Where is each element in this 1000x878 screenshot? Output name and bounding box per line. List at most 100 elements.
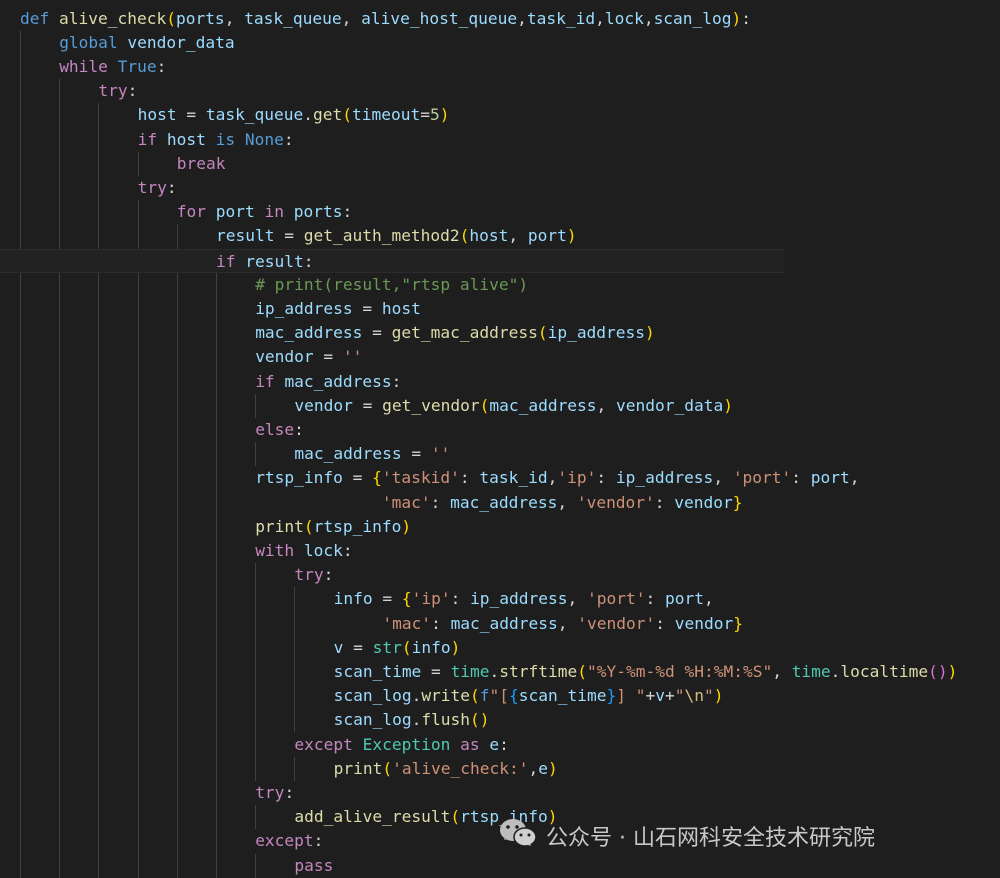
code-token: flush — [421, 710, 471, 730]
code-line[interactable]: vendor = '' — [0, 345, 1000, 369]
code-line[interactable]: def alive_check(ports, task_queue, alive… — [0, 7, 1000, 31]
code-token: ) — [566, 226, 577, 246]
code-line[interactable]: if host is None: — [0, 128, 1000, 152]
code-line[interactable]: try: — [0, 563, 1000, 587]
code-line[interactable]: print(rtsp_info) — [0, 515, 1000, 539]
code-line[interactable]: try: — [0, 176, 1000, 200]
code-line[interactable]: pass — [0, 854, 1000, 878]
code-token: if — [137, 129, 158, 149]
code-token: = — [372, 589, 402, 609]
code-token: = — [274, 226, 304, 246]
code-token: rtsp_info — [255, 468, 343, 488]
code-token: Exception — [362, 734, 451, 754]
code-line[interactable]: result = get_auth_method2(host, port) — [0, 224, 1000, 248]
code-token: vendor_data — [616, 395, 724, 415]
code-token: = — [421, 661, 451, 681]
code-line[interactable]: mac_address = '' — [0, 442, 1000, 466]
code-token: , — [517, 8, 527, 28]
code-line[interactable]: print('alive_check:',e) — [0, 757, 1000, 781]
code-line[interactable]: 'mac': mac_address, 'vendor': vendor} — [0, 612, 1000, 636]
code-token: , — [595, 8, 605, 28]
code-line[interactable]: while True: — [0, 55, 1000, 79]
code-token: ) — [713, 686, 724, 706]
code-token: add_alive_result — [294, 807, 451, 827]
code-line[interactable]: if result: — [0, 248, 784, 273]
code-token: ( — [166, 8, 176, 28]
code-token: vendor — [255, 347, 314, 367]
code-line[interactable]: global vendor_data — [0, 31, 1000, 55]
code-line[interactable]: except Exception as e: — [0, 733, 1000, 757]
code-token: ( — [479, 395, 490, 415]
code-token: host — [166, 129, 206, 149]
code-token: ( — [450, 807, 461, 827]
code-token: ( — [401, 637, 412, 657]
code-line[interactable]: break — [0, 152, 1000, 176]
code-token: ) — [731, 8, 742, 28]
code-token: host — [469, 226, 509, 246]
code-token: : — [459, 468, 480, 488]
code-token: , — [547, 468, 558, 488]
code-line[interactable]: # print(result,"rtsp alive") — [0, 273, 1000, 297]
code-token: vendor — [294, 395, 353, 415]
code-token: : — [645, 589, 666, 609]
code-token: : — [342, 202, 353, 222]
code-line[interactable]: ip_address = host — [0, 297, 1000, 321]
code-line[interactable]: v = str(info) — [0, 636, 1000, 660]
code-line[interactable]: for port in ports: — [0, 200, 1000, 224]
code-line[interactable]: try: — [0, 781, 1000, 805]
code-token: time — [450, 661, 490, 681]
code-token: , — [567, 589, 588, 609]
code-token: " — [674, 686, 685, 706]
code-token: try — [255, 782, 285, 802]
code-line[interactable]: scan_log.flush() — [0, 708, 1000, 732]
code-token: True — [117, 56, 157, 76]
code-token: mac_address — [255, 323, 363, 343]
code-line[interactable]: scan_time = time.strftime("%Y-%m-%d %H:%… — [0, 660, 1000, 684]
code-token: : — [313, 831, 324, 851]
code-token: . — [489, 661, 500, 681]
code-line[interactable]: mac_address = get_mac_address(ip_address… — [0, 321, 1000, 345]
code-line[interactable]: host = task_queue.get(timeout=5) — [0, 103, 1000, 127]
code-token: as — [460, 734, 480, 754]
code-line[interactable]: scan_log.write(f"[{scan_time}] "+v+"\n") — [0, 684, 1000, 708]
code-token: , — [528, 758, 539, 778]
code-line[interactable]: with lock: — [0, 539, 1000, 563]
code-token: info — [333, 589, 373, 609]
code-token: get_mac_address — [391, 323, 538, 343]
code-line[interactable]: rtsp_info = {'taskid': task_id,'ip': ip_… — [0, 466, 1000, 490]
watermark-text: 公众号 · 山石网科安全技术研究院 — [546, 826, 875, 851]
code-line[interactable]: else: — [0, 418, 1000, 442]
code-token: { — [509, 686, 519, 706]
code-token: rtsp_info — [313, 516, 402, 536]
code-token: : — [342, 540, 353, 560]
code-token: . — [303, 105, 314, 125]
code-token: break — [176, 153, 226, 173]
code-editor[interactable]: def alive_check(ports, task_queue, alive… — [0, 0, 1000, 878]
code-line[interactable]: info = {'ip': ip_address, 'port': port, — [0, 587, 1000, 611]
code-token: ) — [723, 395, 733, 415]
code-token: try — [137, 177, 167, 197]
code-token: f — [479, 686, 490, 706]
code-token: in — [264, 202, 285, 222]
code-token: for — [176, 202, 207, 222]
code-line[interactable]: if mac_address: — [0, 370, 1000, 394]
code-token: vendor — [674, 492, 733, 512]
code-token: , — [341, 8, 362, 28]
code-token: = — [342, 468, 373, 488]
code-token: write — [421, 686, 471, 706]
code-line[interactable]: try: — [0, 79, 1000, 103]
code-token: : — [283, 129, 294, 149]
code-token: ) — [548, 758, 558, 778]
code-token: , — [849, 468, 860, 488]
code-token: ports — [175, 8, 225, 28]
code-token: = — [176, 105, 206, 125]
code-line[interactable]: vendor = get_vendor(mac_address, vendor_… — [0, 394, 1000, 418]
code-token: 'ip' — [411, 589, 451, 609]
code-line[interactable]: 'mac': mac_address, 'vendor': vendor} — [0, 491, 1000, 515]
code-token: ) — [439, 105, 450, 125]
